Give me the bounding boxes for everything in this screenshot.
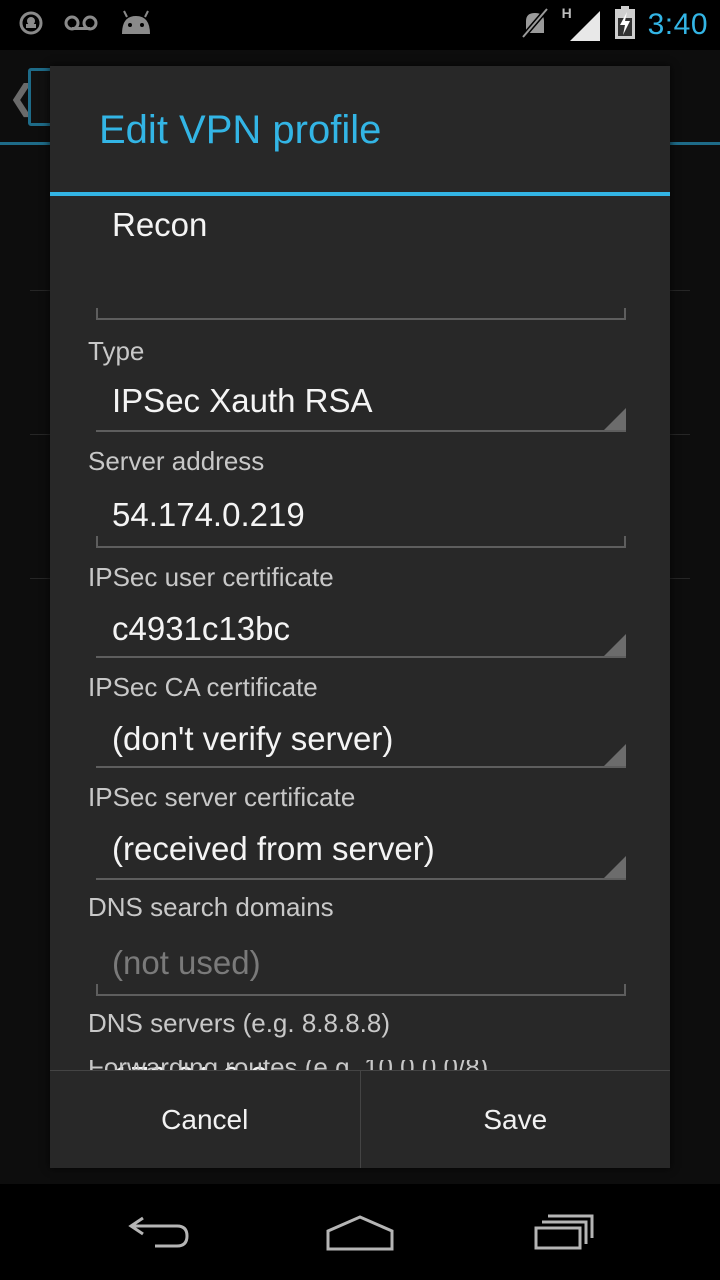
- recent-apps-button[interactable]: [518, 1202, 608, 1262]
- type-spinner-value[interactable]: IPSec Xauth RSA: [112, 382, 372, 420]
- forwarding-routes-label: Forwarding routes (e.g. 10.0.0.0/8): [88, 1060, 488, 1070]
- home-button[interactable]: [315, 1202, 405, 1262]
- server-cert-spinner[interactable]: [96, 878, 626, 880]
- server-cert-label: IPSec server certificate: [88, 782, 356, 812]
- dns-search-label: DNS search domains: [88, 892, 334, 922]
- android-icon: [118, 8, 154, 43]
- dialog-title: Edit VPN profile: [99, 108, 382, 152]
- server-address-field-value[interactable]: 54.174.0.219: [112, 496, 305, 534]
- clock: 3:40: [647, 8, 708, 41]
- battery-charging-icon: [614, 5, 636, 45]
- mute-icon: [520, 6, 550, 44]
- back-icon: [128, 1216, 189, 1248]
- name-field-value[interactable]: Recon: [112, 206, 207, 244]
- recent-apps-icon: [534, 1214, 594, 1250]
- dns-servers-label: DNS servers (e.g. 8.8.8.8): [88, 1008, 390, 1038]
- dns-search-field-placeholder[interactable]: (not used): [112, 944, 261, 982]
- status-bar: H 3:40: [0, 0, 720, 50]
- partial-label-clip: Forwarding routes (e.g. 10.0.0.0/8): [50, 1060, 670, 1070]
- user-cert-spinner-value[interactable]: c4931c13bc: [112, 610, 290, 648]
- ca-cert-spinner-value[interactable]: (don't verify server): [112, 720, 393, 758]
- spinner-arrow-icon: [604, 634, 626, 656]
- dialog-scroll-area[interactable]: Recon Type IPSec Xauth RSA Server addres…: [50, 196, 670, 1070]
- spinner-arrow-icon: [604, 744, 626, 766]
- user-cert-label: IPSec user certificate: [88, 562, 334, 592]
- voicemail-icon: [64, 13, 98, 38]
- server-cert-spinner-value[interactable]: (received from server): [112, 830, 435, 868]
- spinner-arrow-icon: [604, 408, 626, 430]
- user-cert-spinner[interactable]: [96, 656, 626, 658]
- android-debug-icon: [18, 10, 44, 41]
- signal-icon: H: [562, 5, 602, 43]
- ca-cert-spinner[interactable]: [96, 766, 626, 768]
- spinner-arrow-icon: [604, 856, 626, 878]
- dialog-button-bar: Cancel Save: [50, 1070, 670, 1168]
- type-spinner[interactable]: [96, 430, 626, 432]
- back-button[interactable]: [115, 1202, 205, 1262]
- ca-cert-label: IPSec CA certificate: [88, 672, 318, 702]
- name-field[interactable]: [96, 308, 626, 320]
- dns-search-field[interactable]: [96, 984, 626, 996]
- home-icon: [326, 1215, 394, 1251]
- type-label: Type: [88, 336, 145, 366]
- server-address-field[interactable]: [96, 536, 626, 548]
- save-button[interactable]: Save: [361, 1071, 671, 1168]
- cancel-button[interactable]: Cancel: [50, 1071, 360, 1168]
- edit-vpn-dialog: Edit VPN profile Recon Type IPSec Xauth …: [50, 66, 670, 1168]
- server-address-label: Server address: [88, 446, 265, 476]
- navigation-bar: [0, 1184, 720, 1280]
